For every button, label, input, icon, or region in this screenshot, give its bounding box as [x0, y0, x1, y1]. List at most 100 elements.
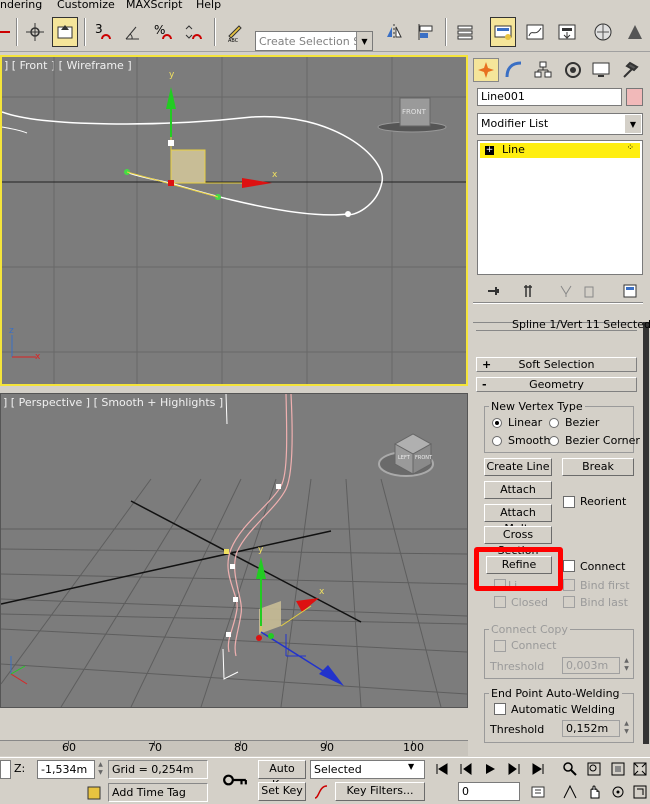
spinner-snap-icon[interactable] [180, 17, 206, 47]
front-scene: y x FRONT z x [2, 57, 466, 384]
time-configuration-icon[interactable] [528, 783, 548, 801]
snap-3d-icon[interactable]: 3 [90, 17, 116, 47]
menu-rendering[interactable]: ndering [0, 0, 42, 11]
expand-icon[interactable]: + [485, 146, 494, 155]
object-color-swatch[interactable] [626, 88, 643, 106]
command-panel-scrollbar[interactable] [643, 322, 649, 744]
percent-snap-icon[interactable]: % [150, 17, 176, 47]
angle-snap-icon[interactable] [120, 17, 146, 47]
align-icon[interactable] [413, 17, 439, 47]
svg-text:ABC: ABC [228, 38, 239, 43]
material-editor-icon[interactable] [590, 17, 616, 47]
pin-stack-icon[interactable] [485, 282, 503, 300]
zoom-extents-all-icon[interactable] [630, 760, 650, 778]
key-filters-button[interactable]: Key Filters... [335, 782, 425, 801]
utilities-tab-icon[interactable] [617, 58, 643, 82]
spinner-icon[interactable]: ▲ ▼ [622, 720, 631, 737]
configure-modifier-sets-icon[interactable] [621, 282, 639, 300]
graphite-ribbon-icon[interactable] [490, 17, 516, 47]
z-coordinate-field[interactable]: -1,534m [37, 760, 95, 779]
spinner-icon[interactable]: ▲ ▼ [622, 657, 631, 674]
bind-last-checkbox[interactable] [563, 596, 575, 608]
weld-threshold-field[interactable]: 0,152m [562, 720, 620, 737]
auto-key-button[interactable]: Auto Key [258, 760, 306, 791]
sub-object-icon: ⁘ [626, 143, 634, 153]
linear-radio[interactable] [492, 418, 502, 428]
display-tab-icon[interactable] [588, 58, 614, 82]
select-and-move-icon[interactable] [22, 17, 48, 47]
show-end-result-icon[interactable] [519, 282, 537, 300]
bind-first-checkbox[interactable] [563, 579, 575, 591]
zoom-all-icon[interactable] [584, 760, 604, 778]
maximize-viewport-icon[interactable] [630, 783, 650, 801]
closed-label: Closed [511, 596, 548, 609]
add-time-tag[interactable]: Add Time Tag [108, 783, 208, 802]
create-line-button[interactable]: Create Line [484, 458, 552, 476]
set-key-button[interactable]: Set Key [258, 782, 306, 801]
curve-editor-icon[interactable] [522, 17, 548, 47]
render-setup-icon[interactable] [622, 17, 648, 47]
svg-text:y: y [169, 70, 175, 80]
pan-icon[interactable] [584, 783, 604, 801]
chevron-down-icon[interactable]: ▼ [625, 115, 641, 133]
motion-tab-icon[interactable] [560, 58, 586, 82]
bezier-radio[interactable] [549, 418, 559, 428]
reorient-label: Reorient [580, 495, 627, 508]
geometry-rollout[interactable]: - Geometry [476, 377, 637, 392]
closed-checkbox[interactable] [494, 596, 506, 608]
break-button[interactable]: Break [562, 458, 634, 476]
y-coordinate-field[interactable] [0, 760, 11, 779]
bezier-label: Bezier [565, 416, 600, 429]
remove-modifier-icon[interactable] [580, 282, 598, 300]
next-frame-icon[interactable] [504, 760, 524, 778]
previous-frame-icon[interactable] [456, 760, 476, 778]
zoom-extents-icon[interactable] [608, 760, 628, 778]
perspective-viewport[interactable]: ] [ Perspective ] [ Smooth + Highlights … [0, 393, 468, 708]
select-object-icon[interactable] [52, 17, 78, 47]
make-unique-icon[interactable] [557, 282, 575, 300]
front-viewport[interactable]: ] [ Front ] [ Wireframe ] y x FRONT z x [0, 55, 468, 386]
reorient-checkbox[interactable] [563, 496, 575, 508]
create-tab-icon[interactable] [473, 58, 499, 82]
svg-text:x: x [272, 170, 278, 180]
play-icon[interactable] [480, 760, 500, 778]
modify-tab-icon[interactable] [501, 58, 527, 82]
time-tag-icon[interactable] [84, 784, 104, 802]
svg-text:3: 3 [95, 22, 103, 36]
bezier-corner-radio[interactable] [549, 436, 559, 446]
schematic-view-icon[interactable] [554, 17, 580, 47]
current-frame-field[interactable]: 0 [458, 782, 520, 801]
timeline-ruler[interactable]: 60 70 80 90 100 [0, 740, 468, 756]
automatic-welding-checkbox[interactable] [494, 703, 506, 715]
hierarchy-tab-icon[interactable] [530, 58, 556, 82]
go-to-end-icon[interactable] [528, 760, 548, 778]
layer-manager-icon[interactable] [452, 17, 478, 47]
connect-copy-title: Connect Copy [489, 623, 570, 636]
edit-named-selection-icon[interactable]: ABC [222, 17, 248, 47]
key-tangent-icon[interactable] [311, 783, 331, 801]
key-icon[interactable] [220, 768, 250, 792]
spinner-icon[interactable]: ▲ ▼ [96, 761, 105, 778]
field-of-view-icon[interactable] [560, 783, 580, 801]
menu-help[interactable]: Help [196, 0, 221, 11]
orbit-icon[interactable] [608, 783, 628, 801]
connect-copy-checkbox[interactable] [494, 640, 506, 652]
soft-selection-rollout[interactable]: + Soft Selection [476, 357, 637, 372]
stack-item-line[interactable]: + Line ⁘ [480, 143, 640, 158]
attach-button[interactable]: Attach [484, 481, 552, 499]
cross-section-button[interactable]: Cross Section [484, 526, 552, 557]
automatic-welding-label: Automatic Welding [511, 703, 615, 716]
modifier-list-dropdown[interactable]: Modifier List [477, 113, 643, 135]
chevron-down-icon[interactable]: ▼ [356, 32, 372, 50]
go-to-start-icon[interactable] [432, 760, 452, 778]
connect-checkbox[interactable] [563, 560, 575, 572]
object-name-field[interactable]: Line001 [477, 88, 622, 106]
menu-maxscript[interactable]: MAXScript [126, 0, 182, 11]
mirror-icon[interactable] [381, 17, 407, 47]
menu-customize[interactable]: Customize [57, 0, 115, 11]
zoom-icon[interactable] [560, 760, 580, 778]
chevron-down-icon[interactable]: ▼ [408, 762, 414, 771]
attach-mult-button[interactable]: Attach Mult. [484, 504, 552, 535]
smooth-radio[interactable] [492, 436, 502, 446]
connect-threshold-field[interactable]: 0,003m [562, 657, 620, 674]
